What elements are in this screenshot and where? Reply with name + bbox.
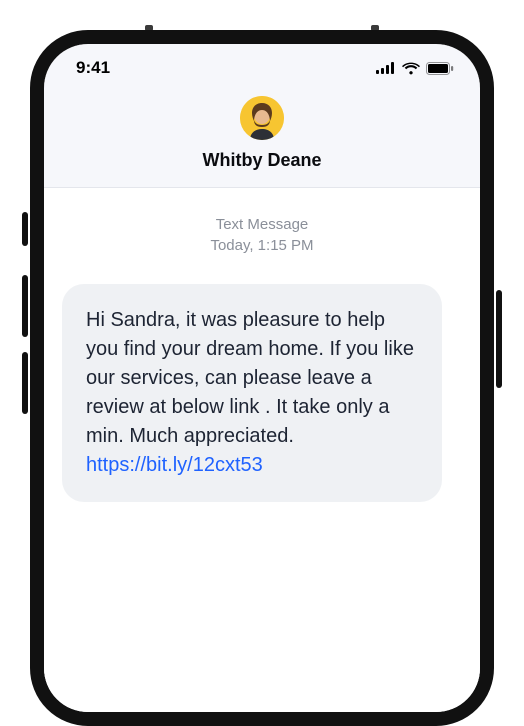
status-time: 9:41	[76, 58, 110, 78]
phone-frame: 9:41	[30, 30, 494, 726]
conversation-header: Whitby Deane	[44, 92, 480, 188]
phone-mute-switch	[22, 212, 28, 246]
battery-icon	[426, 62, 454, 75]
contact-name[interactable]: Whitby Deane	[202, 150, 321, 171]
message-thread[interactable]: Text Message Today, 1:15 PM Hi Sandra, i…	[44, 188, 480, 712]
wifi-icon	[402, 62, 420, 75]
phone-power-button	[496, 290, 502, 388]
thread-timestamp: Today, 1:15 PM	[62, 235, 462, 256]
screen: 9:41	[44, 44, 480, 712]
status-bar: 9:41	[44, 44, 480, 92]
message-text: Hi Sandra, it was pleasure to help you f…	[86, 309, 414, 447]
cellular-icon	[376, 62, 396, 74]
avatar-image	[240, 96, 284, 140]
phone-volume-down	[22, 352, 28, 414]
avatar[interactable]	[240, 96, 284, 140]
thread-label: Text Message	[62, 214, 462, 235]
phone-volume-up	[22, 275, 28, 337]
message-link[interactable]: https://bit.ly/12cxt53	[86, 454, 263, 476]
status-icons	[376, 62, 454, 75]
thread-meta: Text Message Today, 1:15 PM	[62, 214, 462, 256]
message-bubble-incoming[interactable]: Hi Sandra, it was pleasure to help you f…	[62, 284, 442, 502]
